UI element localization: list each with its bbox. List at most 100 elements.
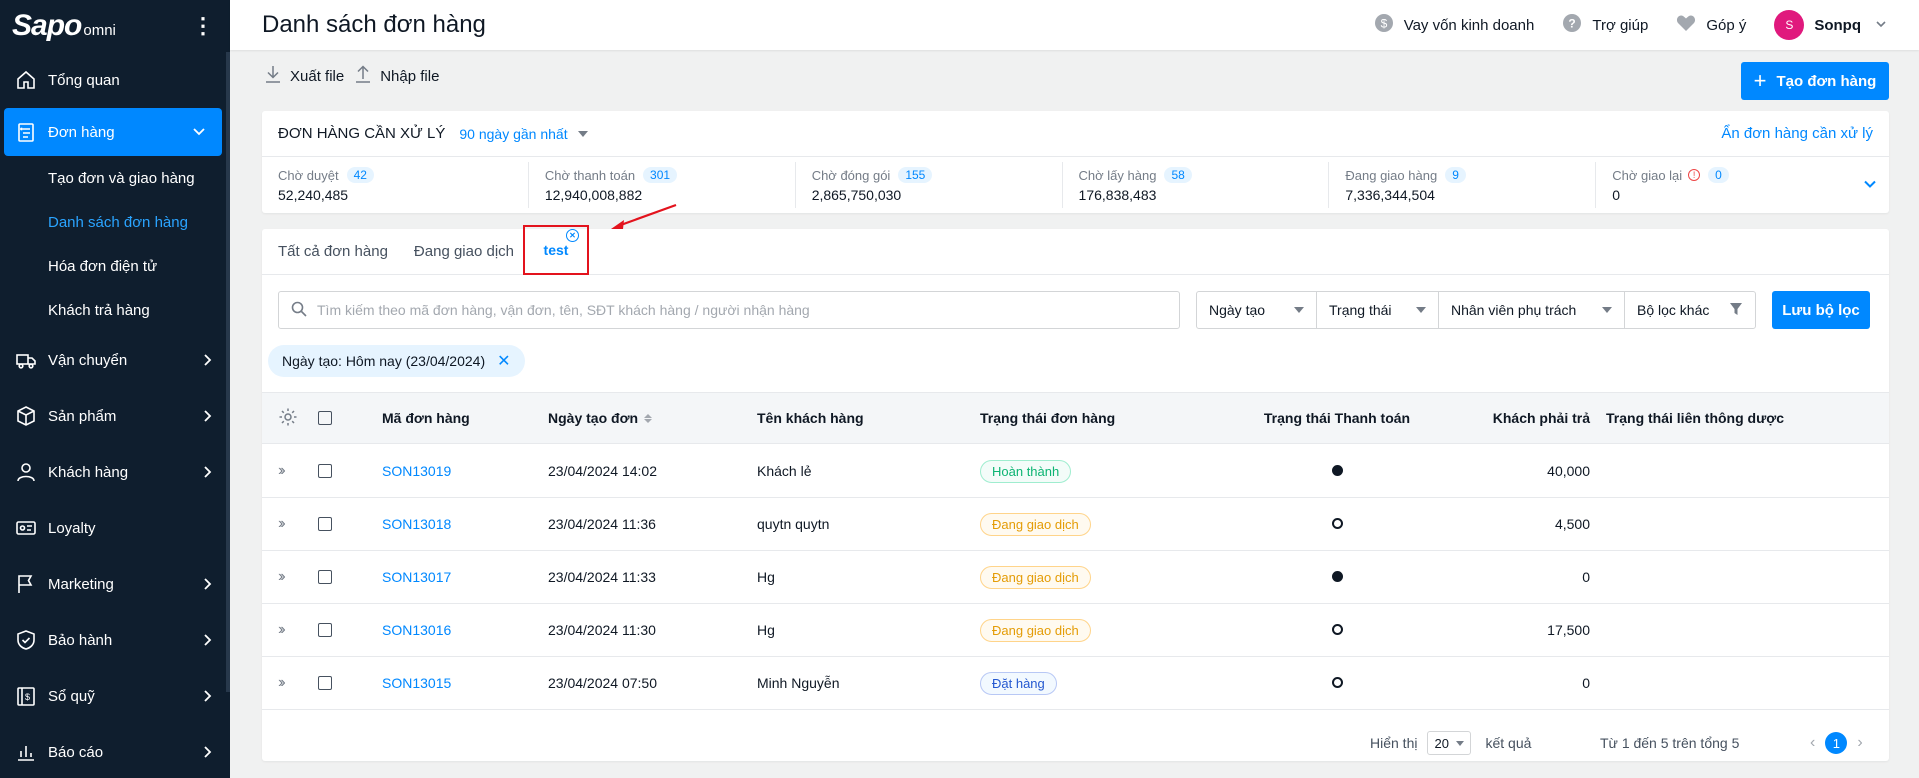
status-filter[interactable]: Trạng thái [1317, 292, 1439, 328]
top-header: Danh sách đơn hàng $ Vay vốn kinh doanh … [230, 0, 1919, 50]
row-checkbox[interactable] [318, 676, 332, 690]
help-icon: ? [1562, 13, 1582, 37]
create-order-label: Tạo đơn hàng [1776, 72, 1877, 90]
caret-down-icon [1456, 740, 1465, 746]
export-button[interactable]: Xuất file [264, 64, 344, 88]
order-list-card: Tất cả đơn hàng Đang giao dịch test ✕ Ng… [262, 225, 1889, 761]
svg-text:$: $ [1380, 17, 1387, 31]
select-all-checkbox[interactable] [318, 411, 332, 425]
sidebar-item-marketing[interactable]: Marketing [0, 556, 230, 612]
order-date: 23/04/2024 14:02 [548, 463, 657, 479]
caret-down-icon [1294, 307, 1304, 313]
sidebar-subitem-returns[interactable]: Khách trả hàng [0, 288, 230, 332]
order-code-link[interactable]: SON13017 [382, 569, 451, 585]
sidebar-item-label: Vận chuyển [48, 351, 128, 369]
sapo-logo[interactable]: Sapo omni [12, 9, 116, 43]
status-badge: Đang giao dịch [980, 512, 1091, 536]
orders-icon [14, 120, 38, 144]
stat-delivering[interactable]: Đang giao hàng 9 7,336,344,504 [1329, 162, 1597, 208]
hide-pending-link[interactable]: Ẩn đơn hàng cần xử lý [1721, 125, 1873, 142]
order-code-link[interactable]: SON13015 [382, 675, 451, 691]
payment-status-cell [1242, 463, 1432, 479]
cashbook-icon: $ [14, 684, 38, 708]
sidebar-item-label: Sổ quỹ [48, 687, 95, 705]
report-icon [14, 740, 38, 764]
table-row[interactable]: ›› SON13017 23/04/2024 11:33 Hg Đang giao dị… [262, 551, 1889, 604]
sidebar-item-customers[interactable]: Khách hàng [0, 444, 230, 500]
page-number[interactable]: 1 [1825, 732, 1848, 754]
close-icon[interactable]: ✕ [566, 229, 579, 242]
customer-name: Khách lẻ [757, 463, 812, 479]
sidebar-subitem-create-order[interactable]: Tạo đơn và giao hàng [0, 156, 230, 200]
active-filter-chip: Ngày tạo: Hôm nay (23/04/2024) ✕ [268, 345, 525, 377]
amount-due: 40,000 [1547, 463, 1590, 479]
expand-row-icon[interactable]: ›› [278, 621, 285, 639]
gear-icon[interactable] [278, 407, 298, 430]
expand-row-icon[interactable]: ›› [278, 462, 285, 480]
payment-status-icon [1331, 677, 1343, 688]
table-row[interactable]: ›› SON13019 23/04/2024 14:02 Khách lẻ Hoàn t… [262, 445, 1889, 498]
sidebar-item-warranty[interactable]: Bảo hành [0, 612, 230, 668]
tab-all-orders[interactable]: Tất cả đơn hàng [278, 229, 388, 275]
date-range-select[interactable]: 90 ngày gần nhất [459, 126, 588, 142]
order-code-link[interactable]: SON13018 [382, 516, 451, 532]
row-checkbox[interactable] [318, 517, 332, 531]
order-code-link[interactable]: SON13019 [382, 463, 451, 479]
expand-chevron-icon[interactable] [1863, 177, 1877, 194]
stat-value: 2,865,750,030 [811, 187, 902, 203]
loan-link[interactable]: $ Vay vốn kinh doanh [1374, 13, 1534, 37]
sidebar-item-label: Tổng quan [48, 71, 120, 89]
save-filter-button[interactable]: Lưu bộ lọc [1772, 291, 1870, 329]
stat-awaiting-approval[interactable]: Chờ duyệt 42 52,240,485 [262, 162, 529, 208]
table-row[interactable]: ›› SON13016 23/04/2024 11:30 Hg Đang giao dị… [262, 604, 1889, 657]
order-date: 23/04/2024 11:36 [548, 516, 656, 532]
logo-brand: Sapo [12, 9, 82, 42]
page-size-select[interactable]: 20 [1427, 731, 1472, 755]
search-input[interactable] [317, 302, 1167, 318]
sidebar-scrollbar[interactable] [226, 52, 230, 692]
sidebar-subitem-e-invoice[interactable]: Hóa đơn điện tử [0, 244, 230, 288]
sidebar-item-shipping[interactable]: Vận chuyển [0, 332, 230, 388]
close-icon[interactable]: ✕ [497, 351, 510, 371]
sidebar-item-products[interactable]: Sản phẩm [0, 388, 230, 444]
import-button[interactable]: Nhập file [354, 64, 439, 88]
amount-due: 17,500 [1547, 622, 1590, 638]
import-label: Nhập file [380, 67, 440, 85]
create-order-button[interactable]: + Tạo đơn hàng [1741, 62, 1889, 100]
row-checkbox[interactable] [318, 464, 332, 478]
payment-status-cell [1242, 622, 1432, 638]
more-vertical-icon[interactable]: ⋮ [192, 13, 214, 39]
sidebar-item-overview[interactable]: Tổng quan [0, 52, 230, 108]
row-checkbox[interactable] [318, 623, 332, 637]
sidebar-item-loyalty[interactable]: Loyalty [0, 500, 230, 556]
sidebar-item-reports[interactable]: Báo cáo [0, 724, 230, 778]
order-code-link[interactable]: SON13016 [382, 622, 451, 638]
feedback-link[interactable]: Góp ý [1676, 14, 1746, 36]
sidebar-item-label: Bảo hành [48, 631, 113, 649]
next-page-icon[interactable]: › [1857, 734, 1862, 752]
other-filter[interactable]: Bộ lọc khác [1625, 292, 1755, 328]
col-header-date[interactable]: Ngày tạo đơn [548, 410, 653, 426]
page-title: Danh sách đơn hàng [262, 11, 486, 38]
sidebar-subitem-order-list[interactable]: Danh sách đơn hàng [0, 200, 230, 244]
stat-redelivery[interactable]: Chờ giao lại! 0 0 [1596, 162, 1863, 208]
expand-row-icon[interactable]: ›› [278, 568, 285, 586]
tab-test[interactable]: test ✕ [523, 225, 589, 275]
created-date-filter[interactable]: Ngày tạo [1197, 292, 1317, 328]
sidebar-item-orders[interactable]: Đơn hàng [4, 108, 222, 156]
help-link[interactable]: ? Trợ giúp [1562, 13, 1648, 37]
stat-awaiting-packing[interactable]: Chờ đóng gói 155 2,865,750,030 [796, 162, 1063, 208]
tab-trading[interactable]: Đang giao dịch [414, 229, 514, 275]
payment-status-icon [1331, 624, 1343, 635]
row-checkbox[interactable] [318, 570, 332, 584]
expand-row-icon[interactable]: ›› [278, 515, 285, 533]
table-row[interactable]: ›› SON13015 23/04/2024 07:50 Minh Nguyễn Đặt… [262, 657, 1889, 710]
sidebar-item-cashbook[interactable]: $ Sổ quỹ [0, 668, 230, 724]
amount-due: 0 [1582, 569, 1590, 585]
user-menu[interactable]: S Sonpq [1774, 10, 1887, 40]
stat-awaiting-pickup[interactable]: Chờ lấy hàng 58 176,838,483 [1063, 162, 1330, 208]
expand-row-icon[interactable]: ›› [278, 674, 285, 692]
prev-page-icon[interactable]: ‹ [1810, 734, 1815, 752]
staff-filter[interactable]: Nhân viên phụ trách [1439, 292, 1625, 328]
table-row[interactable]: ›› SON13018 23/04/2024 11:36 quytn quytn Đan… [262, 498, 1889, 551]
